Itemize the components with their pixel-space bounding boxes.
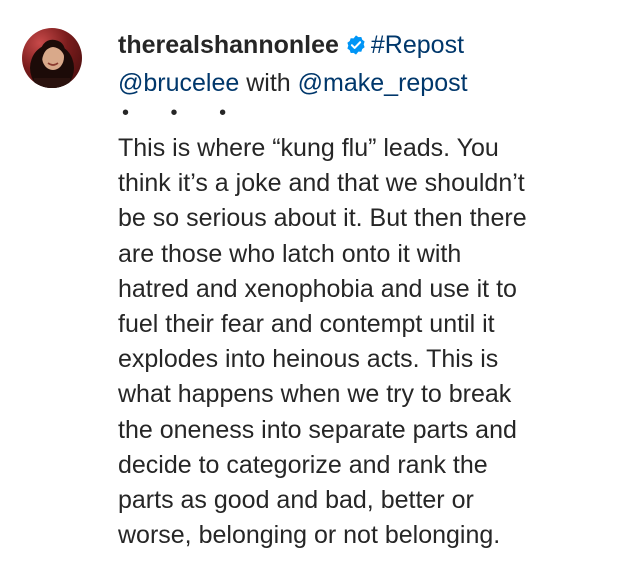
profile-photo [30,39,74,88]
mention-brucelee[interactable]: @brucelee [118,69,239,97]
hashtag-repost[interactable]: #Repost [371,31,464,59]
line-break-dots: • • • [122,102,245,124]
comment-body-line: are those who latch onto it with [118,239,462,268]
comment-body-line: worse, belonging or not belonging. [118,521,501,550]
mention-make-repost[interactable]: @make_repost [298,69,468,97]
avatar[interactable] [22,28,82,88]
comment-body-line: This is where “kung flu” leads. You [118,134,499,162]
comment-content: therealshannonlee #Repost @brucelee with … [118,28,618,553]
comment-body-line: the oneness into separate parts and [118,415,517,444]
comment-body-line: fuel their fear and contempt until it [118,310,495,339]
comment-body: This is where “kung flu” leads. You thin… [118,131,618,553]
repost-attribution: @brucelee with @make_repost [118,66,618,101]
comment-body-line: decide to categorize and rank the [118,450,488,479]
comment-body-line: be so serious about it. But then there [118,204,527,233]
verified-badge-icon [345,31,367,66]
comment-body-line: explodes into heinous acts. This is [118,345,499,374]
comment-body-line: think it’s a joke and that we shouldn’t [118,169,525,198]
comment-header: therealshannonlee #Repost [118,28,618,66]
username-link[interactable]: therealshannonlee [118,31,339,59]
comment-body-line: hatred and xenophobia and use it to [118,274,517,303]
connector-text: with [246,69,291,97]
comment-body-line: what happens when we try to break [118,380,512,409]
comment-body-line: parts as good and bad, better or [118,486,474,515]
